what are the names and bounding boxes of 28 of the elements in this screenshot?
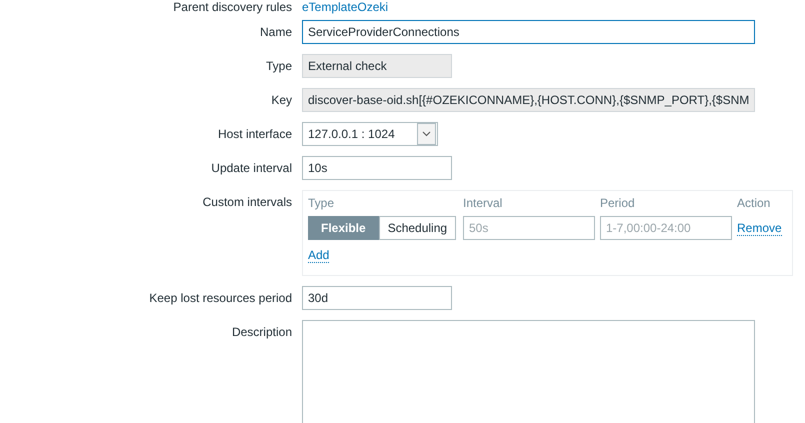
- field-label: Keep lost resources period: [148, 291, 292, 305]
- field-label: Name: [258, 25, 292, 39]
- field-label: Update interval: [210, 161, 292, 175]
- dropdown-button[interactable]: [417, 123, 436, 145]
- add-link[interactable]: Add: [308, 248, 330, 263]
- remove-link[interactable]: Remove: [737, 220, 782, 236]
- column-header: Type: [308, 196, 336, 210]
- period-field[interactable]: 1-7,00:00-24:00: [600, 216, 732, 240]
- field-label: Description: [230, 324, 292, 339]
- mode-toggle[interactable]: Scheduling: [378, 216, 456, 240]
- chevron-down-icon: [422, 131, 431, 137]
- text-field[interactable]: ServiceProviderConnections: [302, 20, 755, 44]
- text-field[interactable]: 30d: [302, 286, 452, 310]
- description-field[interactable]: [302, 320, 755, 423]
- text-field[interactable]: discover-base-oid.sh[{#OZEKICONNAME},{HOST.CONN},{$SNMP_PORT},{$SNM: [302, 88, 755, 112]
- field-label: Key: [270, 93, 292, 107]
- parent-rule-link[interactable]: eTemplateOzeki: [302, 0, 388, 14]
- interval-field[interactable]: 50s: [463, 216, 595, 240]
- field-label: Type: [264, 59, 292, 73]
- text-field[interactable]: External check: [302, 54, 452, 78]
- text-field[interactable]: 10s: [302, 156, 452, 180]
- column-header: Period: [600, 196, 636, 210]
- field-label: Parent discovery rules: [172, 0, 292, 14]
- column-header: Action: [737, 196, 772, 210]
- column-header: Interval: [463, 196, 504, 210]
- select-field[interactable]: 127.0.0.1 : 1024: [302, 122, 438, 146]
- field-label: Host interface: [216, 127, 292, 141]
- field-label: Custom intervals: [202, 194, 292, 209]
